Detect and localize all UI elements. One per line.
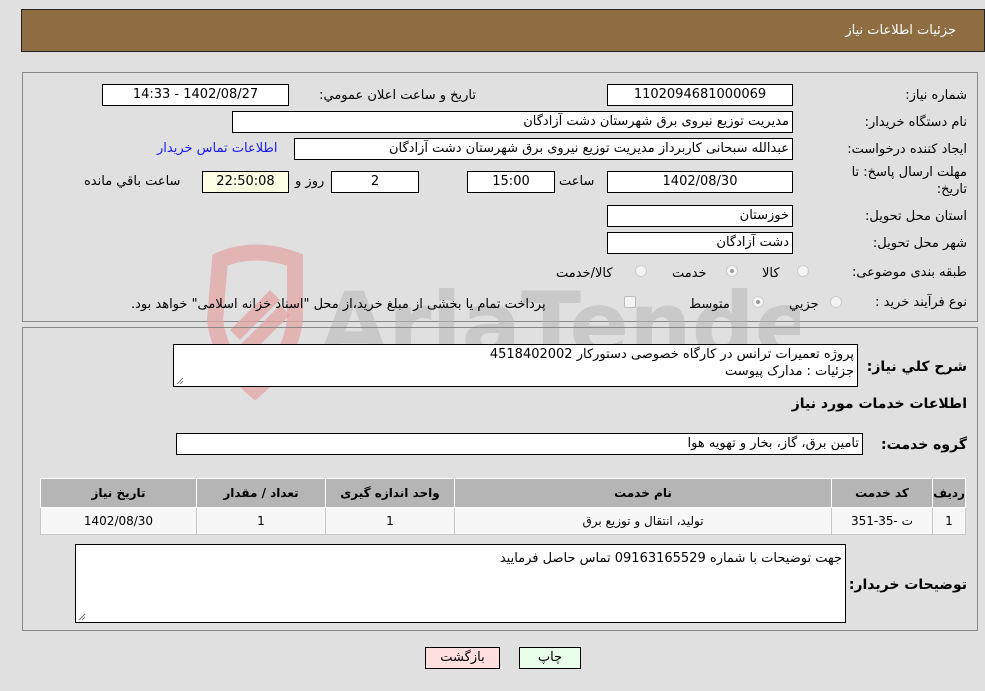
back-button[interactable]: بازگشت: [425, 647, 500, 669]
service-group-field[interactable]: تامین برق، گاز، بخار و تهویه هوا: [176, 433, 863, 455]
category-label: طبقه بندی موضوعی:: [851, 265, 967, 280]
process-type-label: نوع فرآیند خرید :: [875, 295, 967, 310]
days-label: روز و: [295, 174, 325, 189]
days-remaining-field[interactable]: 2: [331, 171, 419, 193]
deadline-date-field[interactable]: 1402/08/30: [607, 171, 793, 193]
cell-service-code: ت -35-351: [831, 507, 933, 535]
description-line-1: پروژه تعمیرات ترانس در کارگاه خصوصی دستو…: [489, 347, 854, 362]
remaining-time-field: 22:50:08: [202, 171, 289, 193]
need-info-panel: [22, 72, 978, 322]
province-label: استان محل تحویل:: [865, 209, 967, 224]
service-group-label: گروه خدمت:: [881, 437, 967, 453]
request-creator-field[interactable]: عبدالله سبحانی کاربرداز مدیریت توزیع نیر…: [294, 138, 793, 160]
buyer-notes-textarea[interactable]: جهت توضیحات با شماره 09163165529 تماس حا…: [75, 544, 846, 623]
remaining-time-label: ساعت باقي مانده: [84, 174, 181, 189]
col-header-row-number: رديف: [932, 478, 966, 508]
category-service-label: خدمت: [672, 266, 707, 281]
col-header-quantity: تعداد / مقدار: [196, 478, 326, 508]
cell-need-date: 1402/08/30: [40, 507, 197, 535]
cell-unit: 1: [325, 507, 455, 535]
deadline-time-field[interactable]: 15:00: [467, 171, 555, 193]
page-header: جزئیات اطلاعات نیاز: [21, 9, 985, 52]
cell-service-name: تولید، انتقال و توزیع برق: [454, 507, 832, 535]
deadline-label: مهلت ارسال پاسخ: تا: [851, 165, 967, 180]
category-radio-service[interactable]: [726, 265, 738, 277]
process-radio-minor[interactable]: [830, 296, 842, 308]
process-radio-medium[interactable]: [752, 296, 764, 308]
treasury-payment-note: پرداخت تمام یا بخشی از مبلغ خرید،از محل …: [131, 297, 546, 312]
table-header-row: رديف کد خدمت نام خدمت واحد اندازه گيری ت…: [40, 478, 966, 508]
city-field[interactable]: دشت آزادگان: [607, 232, 793, 254]
resize-grip-icon[interactable]: [176, 377, 184, 385]
buyer-notes-label: توضیحات خریدار:: [848, 577, 967, 593]
buyer-org-label: نام دستگاه خریدار:: [864, 115, 967, 130]
province-field[interactable]: خوزستان: [607, 205, 793, 227]
print-button[interactable]: چاپ: [519, 647, 581, 669]
announce-datetime-label: تاريخ و ساعت اعلان عمومي:: [319, 88, 476, 103]
process-medium-label: متوسط: [689, 297, 730, 312]
request-creator-label: ایجاد کننده درخواست:: [847, 142, 967, 157]
table-row: 1 ت -35-351 تولید، انتقال و توزیع برق 1 …: [40, 507, 966, 535]
col-header-unit: واحد اندازه گيری: [325, 478, 455, 508]
category-goods-label: کالا: [762, 266, 780, 281]
announce-datetime-field[interactable]: 1402/08/27 - 14:33: [102, 84, 289, 106]
description-label: شرح کلي نياز:: [866, 359, 967, 375]
process-minor-label: جزيي: [789, 297, 819, 312]
services-heading: اطلاعات خدمات مورد نیاز: [791, 396, 967, 412]
deadline-label-date: تاریخ:: [936, 182, 967, 197]
col-header-service-name: نام خدمت: [454, 478, 832, 508]
need-number-field[interactable]: 1102094681000069: [607, 84, 793, 106]
city-label: شهر محل تحویل:: [872, 236, 967, 251]
description-textarea[interactable]: پروژه تعمیرات ترانس در کارگاه خصوصی دستو…: [173, 344, 858, 387]
deadline-time-label: ساعت: [559, 174, 595, 189]
col-header-need-date: تاريخ نياز: [40, 478, 197, 508]
cell-quantity: 1: [196, 507, 326, 535]
buyer-org-field[interactable]: مدیریت توزیع نیروی برق شهرستان دشت آزادگ…: [232, 111, 793, 133]
services-table: رديف کد خدمت نام خدمت واحد اندازه گيری ت…: [40, 478, 966, 535]
treasury-payment-checkbox[interactable]: [624, 296, 636, 308]
category-radio-goods[interactable]: [797, 265, 809, 277]
buyer-notes-text: جهت توضیحات با شماره 09163165529 تماس حا…: [499, 551, 842, 566]
col-header-service-code: کد خدمت: [831, 478, 933, 508]
page-title: جزئیات اطلاعات نیاز: [845, 23, 956, 38]
category-radio-goods-service[interactable]: [635, 265, 647, 277]
resize-grip-icon[interactable]: [78, 613, 86, 621]
need-number-label: شماره نیاز:: [905, 88, 967, 103]
buyer-contact-link[interactable]: اطلاعات تماس خریدار: [157, 141, 277, 156]
cell-row-number: 1: [932, 507, 966, 535]
category-goods-service-label: کالا/خدمت: [556, 266, 613, 281]
description-line-2: جزئیات : مدارک پیوست: [725, 364, 854, 379]
